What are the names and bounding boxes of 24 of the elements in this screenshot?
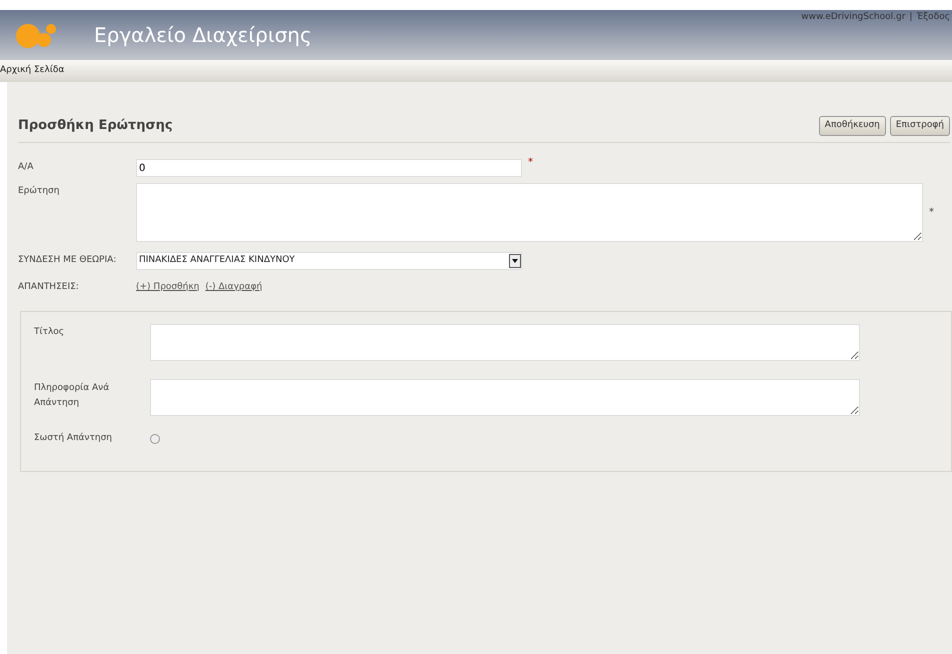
answer-info-textarea[interactable] (150, 379, 860, 416)
page-title: Προσθήκη Ερώτησης (18, 117, 173, 136)
add-answer-link[interactable]: (+) Προσθήκη (136, 281, 200, 295)
theory-select[interactable]: ΠΙΝΑΚΙΔΕΣ ΑΝΑΓΓΕΛΙΑΣ ΚΙΝΔΥΝΟΥ (136, 252, 522, 270)
link-separator: | (909, 11, 912, 24)
back-button[interactable]: Επιστροφή (890, 116, 950, 136)
app-title: Εργαλείο Διαχείρισης (94, 22, 312, 49)
field-label: Τίτλος (34, 326, 66, 339)
field-label: Ερώτηση (18, 184, 60, 198)
field-label: Πληροφορία Ανά Απάντηση (34, 382, 110, 410)
required-mark: * (528, 156, 533, 170)
required-mark: * (929, 206, 934, 220)
field-label: ΣΥΝΔΕΣΗ ΜΕ ΘΕΩΡΙΑ: (18, 254, 118, 268)
question-textarea[interactable] (136, 183, 923, 242)
field-label: Α/Α (18, 161, 34, 174)
field-label: Σωστή Απάντηση (34, 432, 113, 445)
breadcrumb-link[interactable]: Αρχική Σελίδα (0, 64, 64, 78)
select-value: ΠΙΝΑΚΙΔΕΣ ΑΝΑΓΓΕΛΙΑΣ ΚΙΝΔΥΝΟΥ (139, 254, 295, 268)
answer-title-textarea[interactable] (150, 324, 860, 361)
field-label: ΑΠΑΝΤΗΣΕΙΣ: (18, 281, 80, 294)
delete-answer-link[interactable]: (-) Διαγραφή (205, 281, 262, 295)
number-input[interactable]: 0 (136, 159, 522, 177)
correct-answer-radio[interactable] (150, 434, 160, 444)
save-button[interactable]: Αποθήκευση (818, 116, 886, 136)
